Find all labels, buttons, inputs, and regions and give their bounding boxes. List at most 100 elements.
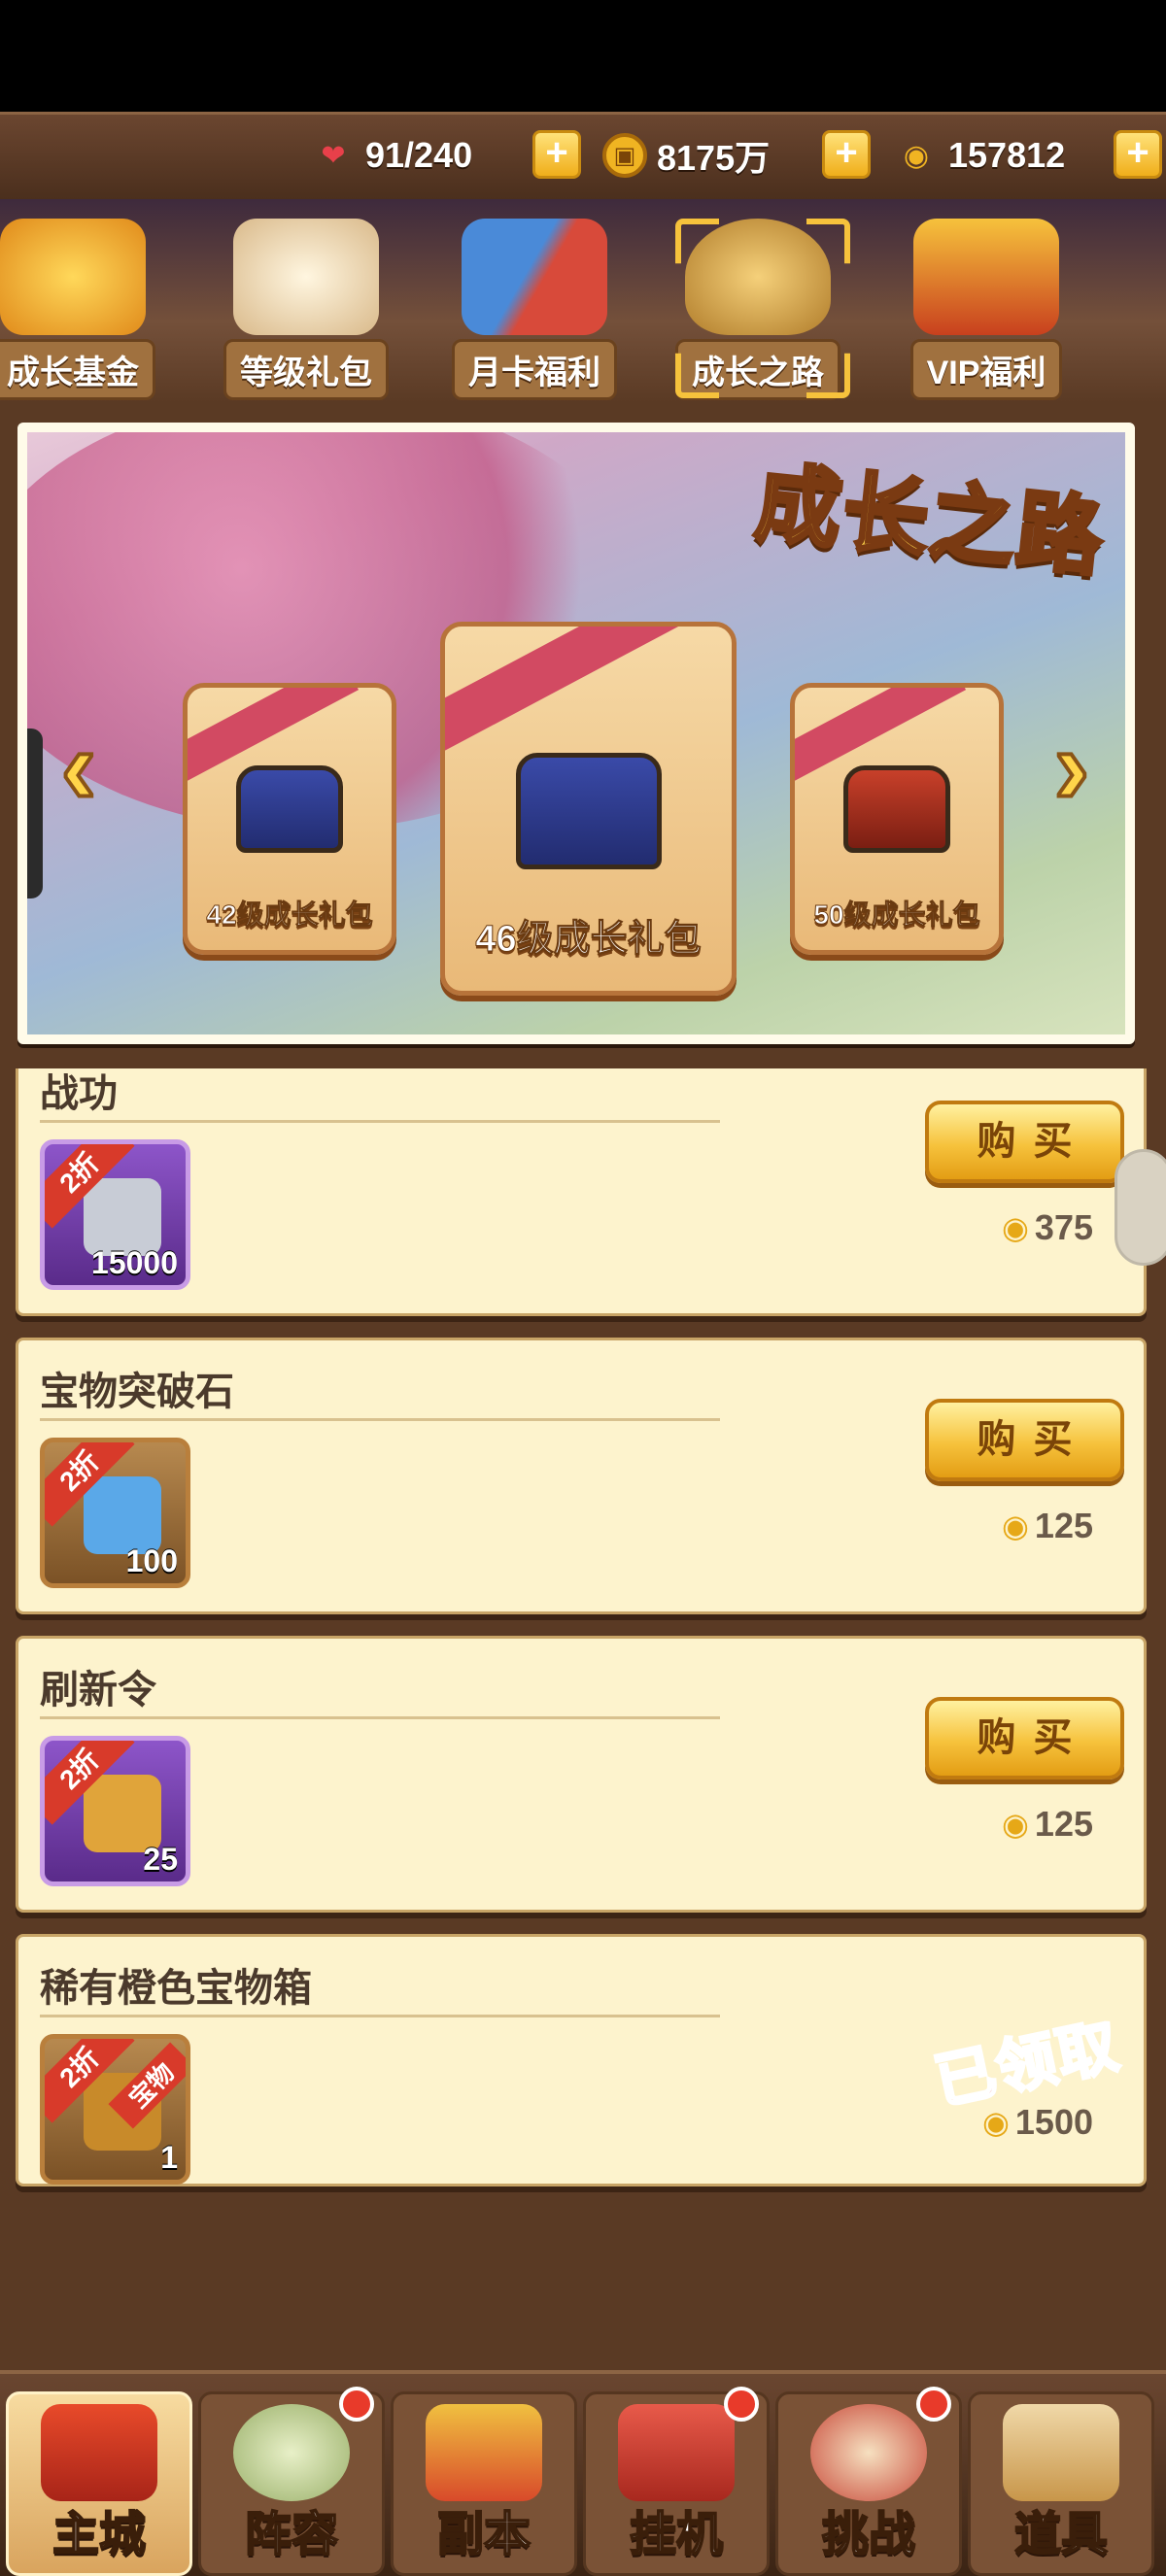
nav-label: 挑战 xyxy=(821,2508,916,2561)
item-quantity: 1 xyxy=(160,2140,178,2175)
item-name: 战功 xyxy=(40,1072,118,1115)
nav-main-city[interactable]: 主城 xyxy=(6,2391,192,2576)
tab-label: 月卡福利 xyxy=(452,339,617,400)
banner-title: 成长之路 xyxy=(749,452,1111,588)
prev-arrow-icon[interactable]: ‹ xyxy=(45,712,113,823)
coin-icon: ▣ xyxy=(602,133,647,178)
event-tabs: 成长基金 等级礼包 月卡福利 成长之路 VIP福利 xyxy=(0,199,1166,403)
item-price: ◉ 375 xyxy=(1002,1207,1093,1248)
ingot-icon: ◉ xyxy=(1002,1807,1029,1842)
pack-name: 42级成长礼包 xyxy=(206,899,373,931)
lineup-icon xyxy=(233,2404,350,2501)
buy-button[interactable]: 购买 xyxy=(925,1399,1124,1481)
price-value: 1500 xyxy=(1014,2102,1093,2142)
coins-value: 8175万 xyxy=(657,138,771,178)
price-value: 125 xyxy=(1034,1506,1093,1545)
add-ingots-button[interactable]: + xyxy=(1114,130,1162,179)
price-value: 125 xyxy=(1034,1804,1093,1844)
nav-label: 主城 xyxy=(51,2508,147,2561)
chest-icon xyxy=(515,753,662,869)
nav-dungeon[interactable]: 副本 xyxy=(391,2391,577,2576)
nav-challenge[interactable]: 挑战 xyxy=(775,2387,962,2576)
notification-badge xyxy=(916,2387,951,2422)
divider xyxy=(40,1716,720,1719)
item-quantity: 15000 xyxy=(91,1245,178,1280)
ingot-icon: ◉ xyxy=(903,139,930,172)
growth-road-banner: 成长之路 ‹ 42级成长礼包 46级成长礼包 50级成长礼包 › xyxy=(17,423,1135,1044)
tab-vip[interactable]: VIP福利 xyxy=(884,219,1088,400)
tab-label: 等级礼包 xyxy=(223,339,389,400)
item-icon[interactable]: 2折 100 xyxy=(40,1438,190,1588)
dungeon-icon xyxy=(426,2404,542,2501)
add-stamina-button[interactable]: + xyxy=(532,130,581,179)
item-price: ◉ 1500 xyxy=(982,2102,1093,2143)
item-icon[interactable]: 2折 15000 xyxy=(40,1139,190,1290)
stamina-icon: ❤ xyxy=(321,139,346,172)
nav-lineup[interactable]: 阵容 xyxy=(198,2387,385,2576)
breakthrough-stone-icon xyxy=(84,1476,161,1554)
ingot-icon: ◉ xyxy=(1002,1210,1029,1245)
pack-card-50[interactable]: 50级成长礼包 xyxy=(790,683,1004,955)
growth-fund-icon xyxy=(0,219,146,335)
ingots-resource: ◉ 157812 xyxy=(894,126,1065,185)
month-card-icon xyxy=(462,219,607,335)
item-icon[interactable]: 2折 25 xyxy=(40,1736,190,1886)
nav-label: 阵容 xyxy=(244,2508,339,2561)
divider xyxy=(40,1120,720,1123)
buy-button[interactable]: 购买 xyxy=(925,1697,1124,1779)
selection-frame xyxy=(675,219,850,398)
scroll-icon xyxy=(233,219,379,335)
tab-growth-road[interactable]: 成长之路 xyxy=(656,219,860,400)
nav-idle[interactable]: 挂机 xyxy=(583,2387,770,2576)
stamina-resource: ❤ 91/240 xyxy=(311,126,472,185)
chest-icon xyxy=(236,765,343,853)
resource-bar: ❤ 91/240 + ▣ 8175万 + ◉ 157812 + xyxy=(0,112,1166,199)
shop-row: 稀有橙色宝物箱 2折 宝物 1 已领取 ◉ 1500 xyxy=(16,1934,1147,2186)
pack-name: 50级成长礼包 xyxy=(813,899,980,931)
item-jar-icon xyxy=(1003,2404,1119,2501)
divider xyxy=(40,1418,720,1421)
nav-label: 道具 xyxy=(1013,2508,1109,2561)
coins-resource: ▣ 8175万 xyxy=(602,126,770,185)
item-icon[interactable]: 2折 宝物 1 xyxy=(40,2034,190,2185)
vip-crown-icon xyxy=(913,219,1059,335)
prev-hidden-card xyxy=(27,729,43,898)
notification-badge xyxy=(339,2387,374,2422)
shop-row: 宝物突破石 2折 100 购买 ◉ 125 xyxy=(16,1338,1147,1614)
pack-card-46[interactable]: 46级成长礼包 xyxy=(440,622,737,996)
item-quantity: 100 xyxy=(125,1543,178,1578)
item-price: ◉ 125 xyxy=(1002,1506,1093,1546)
challenge-icon xyxy=(810,2404,927,2501)
nav-label: 副本 xyxy=(436,2508,532,2561)
shop-row: 刷新令 2折 25 购买 ◉ 125 xyxy=(16,1636,1147,1913)
notification-badge xyxy=(724,2387,759,2422)
item-name: 宝物突破石 xyxy=(40,1371,234,1413)
palace-icon xyxy=(41,2404,157,2501)
war-merit-icon xyxy=(84,1178,161,1256)
status-bar xyxy=(0,0,1166,112)
buy-button[interactable]: 购买 xyxy=(925,1101,1124,1183)
ingots-value: 157812 xyxy=(948,135,1066,175)
idle-bag-icon xyxy=(618,2404,735,2501)
item-name: 刷新令 xyxy=(40,1669,156,1712)
ribbon-decoration xyxy=(445,627,692,757)
add-coins-button[interactable]: + xyxy=(822,130,871,179)
item-name: 稀有橙色宝物箱 xyxy=(40,1967,312,2010)
divider xyxy=(40,2015,720,2017)
side-pull-tab[interactable] xyxy=(1115,1149,1166,1266)
tab-level-gift[interactable]: 等级礼包 xyxy=(204,219,408,400)
nav-items[interactable]: 道具 xyxy=(968,2391,1154,2576)
shop-list: 战功 2折 15000 购买 ◉ 375 宝物突破石 2折 100 购买 ◉ 1… xyxy=(0,1068,1166,2273)
pack-card-42[interactable]: 42级成长礼包 xyxy=(183,683,396,955)
tab-label: 成长基金 xyxy=(0,339,155,400)
shop-row: 战功 2折 15000 购买 ◉ 375 xyxy=(16,1068,1166,1316)
chest-icon xyxy=(843,765,950,853)
tab-month-card[interactable]: 月卡福利 xyxy=(432,219,636,400)
item-price: ◉ 125 xyxy=(1002,1804,1093,1845)
tab-growth-fund[interactable]: 成长基金 xyxy=(0,219,175,400)
ingot-icon: ◉ xyxy=(1002,1508,1029,1543)
item-quantity: 25 xyxy=(143,1842,178,1877)
next-arrow-icon[interactable]: › xyxy=(1038,712,1106,823)
tab-label: VIP福利 xyxy=(909,339,1063,400)
nav-label: 挂机 xyxy=(629,2508,724,2561)
